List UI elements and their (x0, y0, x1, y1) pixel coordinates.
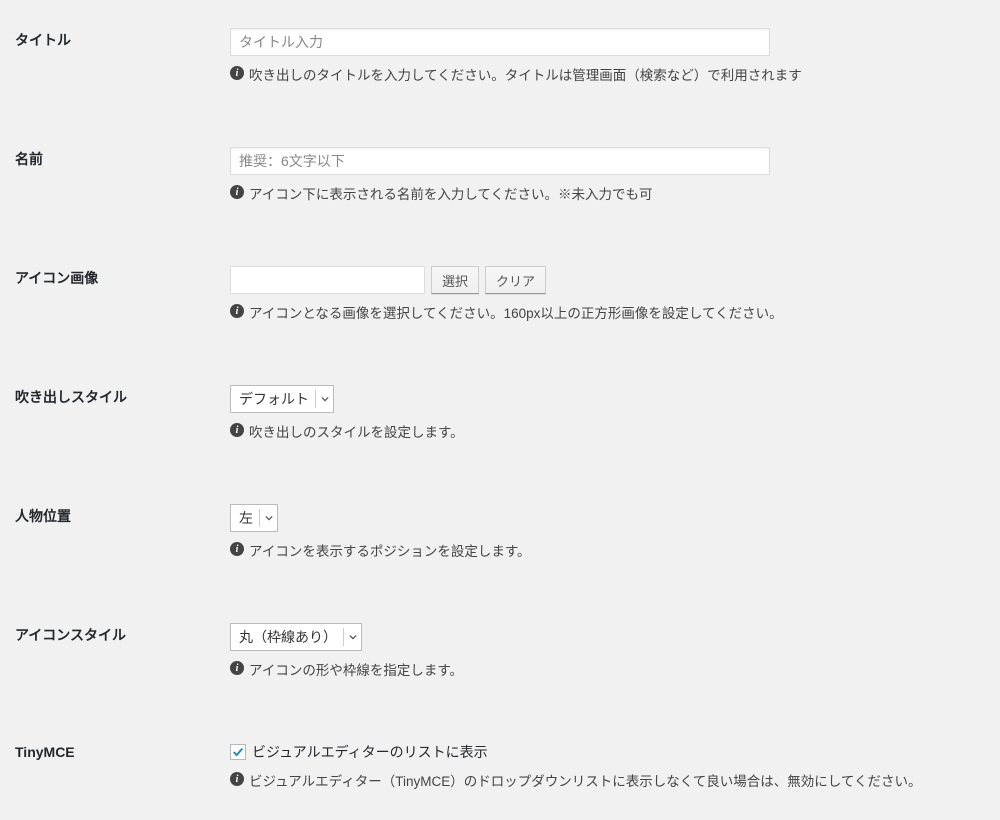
title-help: i 吹き出しのタイトルを入力してください。タイトルは管理画面（検索など）で利用さ… (230, 64, 975, 84)
title-input[interactable] (230, 28, 770, 56)
select-image-button[interactable]: 選択 (431, 266, 479, 294)
name-label: 名前 (15, 139, 230, 213)
info-icon: i (230, 66, 244, 80)
info-icon: i (230, 661, 244, 675)
chevron-down-icon (315, 390, 329, 408)
icon-style-help: i アイコンの形や枠線を指定します。 (230, 659, 975, 679)
info-icon: i (230, 423, 244, 437)
info-icon: i (230, 542, 244, 556)
settings-form: タイトル i 吹き出しのタイトルを入力してください。タイトルは管理画面（検索など… (15, 20, 985, 800)
chevron-down-icon (343, 628, 357, 646)
name-input[interactable] (230, 147, 770, 175)
chevron-down-icon (259, 509, 273, 527)
info-icon: i (230, 772, 244, 786)
info-icon: i (230, 185, 244, 199)
clear-image-button[interactable]: クリア (485, 266, 546, 294)
tinymce-checkbox-wrap[interactable]: ビジュアルエディターのリストに表示 (230, 742, 488, 762)
title-label: タイトル (15, 20, 230, 94)
position-help: i アイコンを表示するポジションを設定します。 (230, 540, 975, 560)
tinymce-checkbox-label: ビジュアルエディターのリストに表示 (252, 742, 488, 762)
icon-image-path-input[interactable] (230, 266, 425, 294)
tinymce-checkbox[interactable] (230, 744, 246, 760)
icon-image-help: i アイコンとなる画像を選択してください。160px以上の正方形画像を設定してく… (230, 302, 975, 322)
balloon-style-select[interactable]: デフォルト (230, 385, 334, 413)
tinymce-help: i ビジュアルエディター（TinyMCE）のドロップダウンリストに表示しなくて良… (230, 770, 975, 790)
info-icon: i (230, 304, 244, 318)
balloon-style-label: 吹き出しスタイル (15, 377, 230, 451)
position-label: 人物位置 (15, 496, 230, 570)
name-help: i アイコン下に表示される名前を入力してください。※未入力でも可 (230, 183, 975, 203)
balloon-style-help: i 吹き出しのスタイルを設定します。 (230, 421, 975, 441)
tinymce-label: TinyMCE (15, 734, 230, 800)
position-select[interactable]: 左 (230, 504, 278, 532)
icon-image-label: アイコン画像 (15, 258, 230, 332)
icon-style-select[interactable]: 丸（枠線あり） (230, 623, 362, 651)
icon-style-label: アイコンスタイル (15, 615, 230, 689)
check-icon (231, 745, 245, 759)
